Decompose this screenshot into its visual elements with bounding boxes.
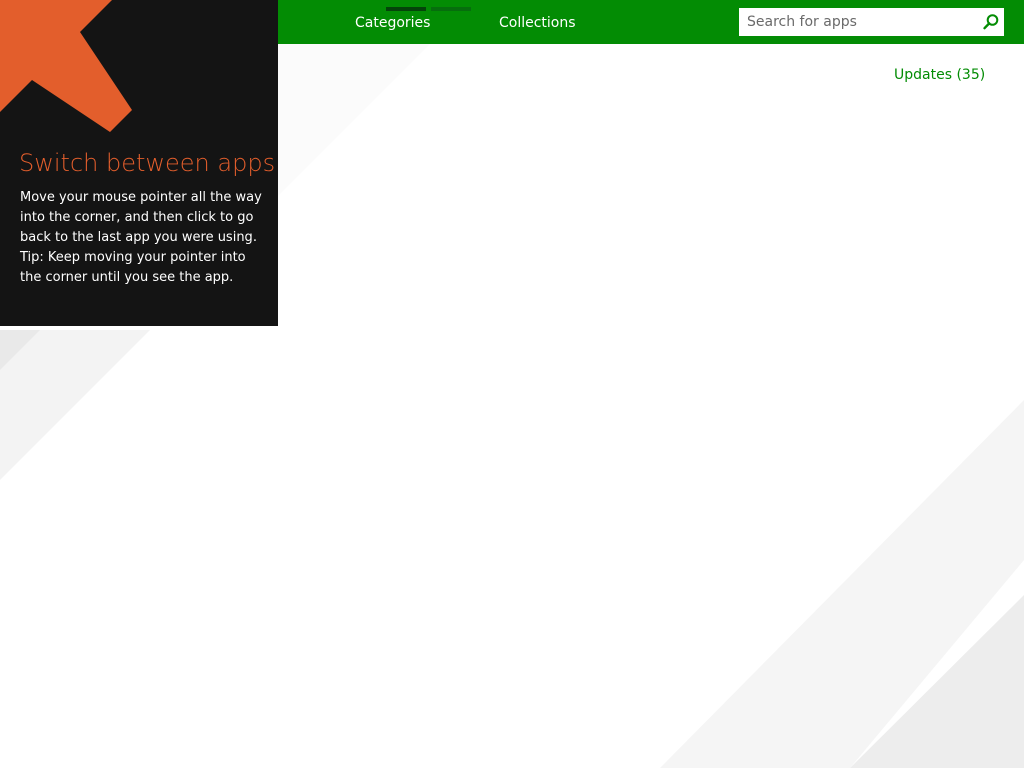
- page-indicator: [431, 7, 471, 11]
- tip-title: Switch between apps: [19, 149, 276, 177]
- tip-body-text: Move your mouse pointer all the way into…: [20, 190, 262, 245]
- search-icon: [982, 14, 998, 30]
- search-button[interactable]: [977, 8, 1004, 36]
- tab-collections[interactable]: Collections: [499, 14, 576, 32]
- search-box: [739, 8, 1004, 36]
- tip-overlay: Switch between apps Move your mouse poin…: [0, 0, 278, 326]
- arrow-up-left-icon: [0, 0, 132, 132]
- search-input[interactable]: [739, 8, 969, 36]
- page-indicator-active: [386, 7, 426, 11]
- tip-description: Move your mouse pointer all the way into…: [20, 188, 268, 288]
- tab-categories[interactable]: Categories: [355, 14, 430, 32]
- updates-link[interactable]: Updates (35): [894, 66, 985, 84]
- app-store-page: Categories Collections irborne Updates (…: [0, 0, 1024, 768]
- tip-hint-text: Tip: Keep moving your pointer into the c…: [20, 250, 246, 285]
